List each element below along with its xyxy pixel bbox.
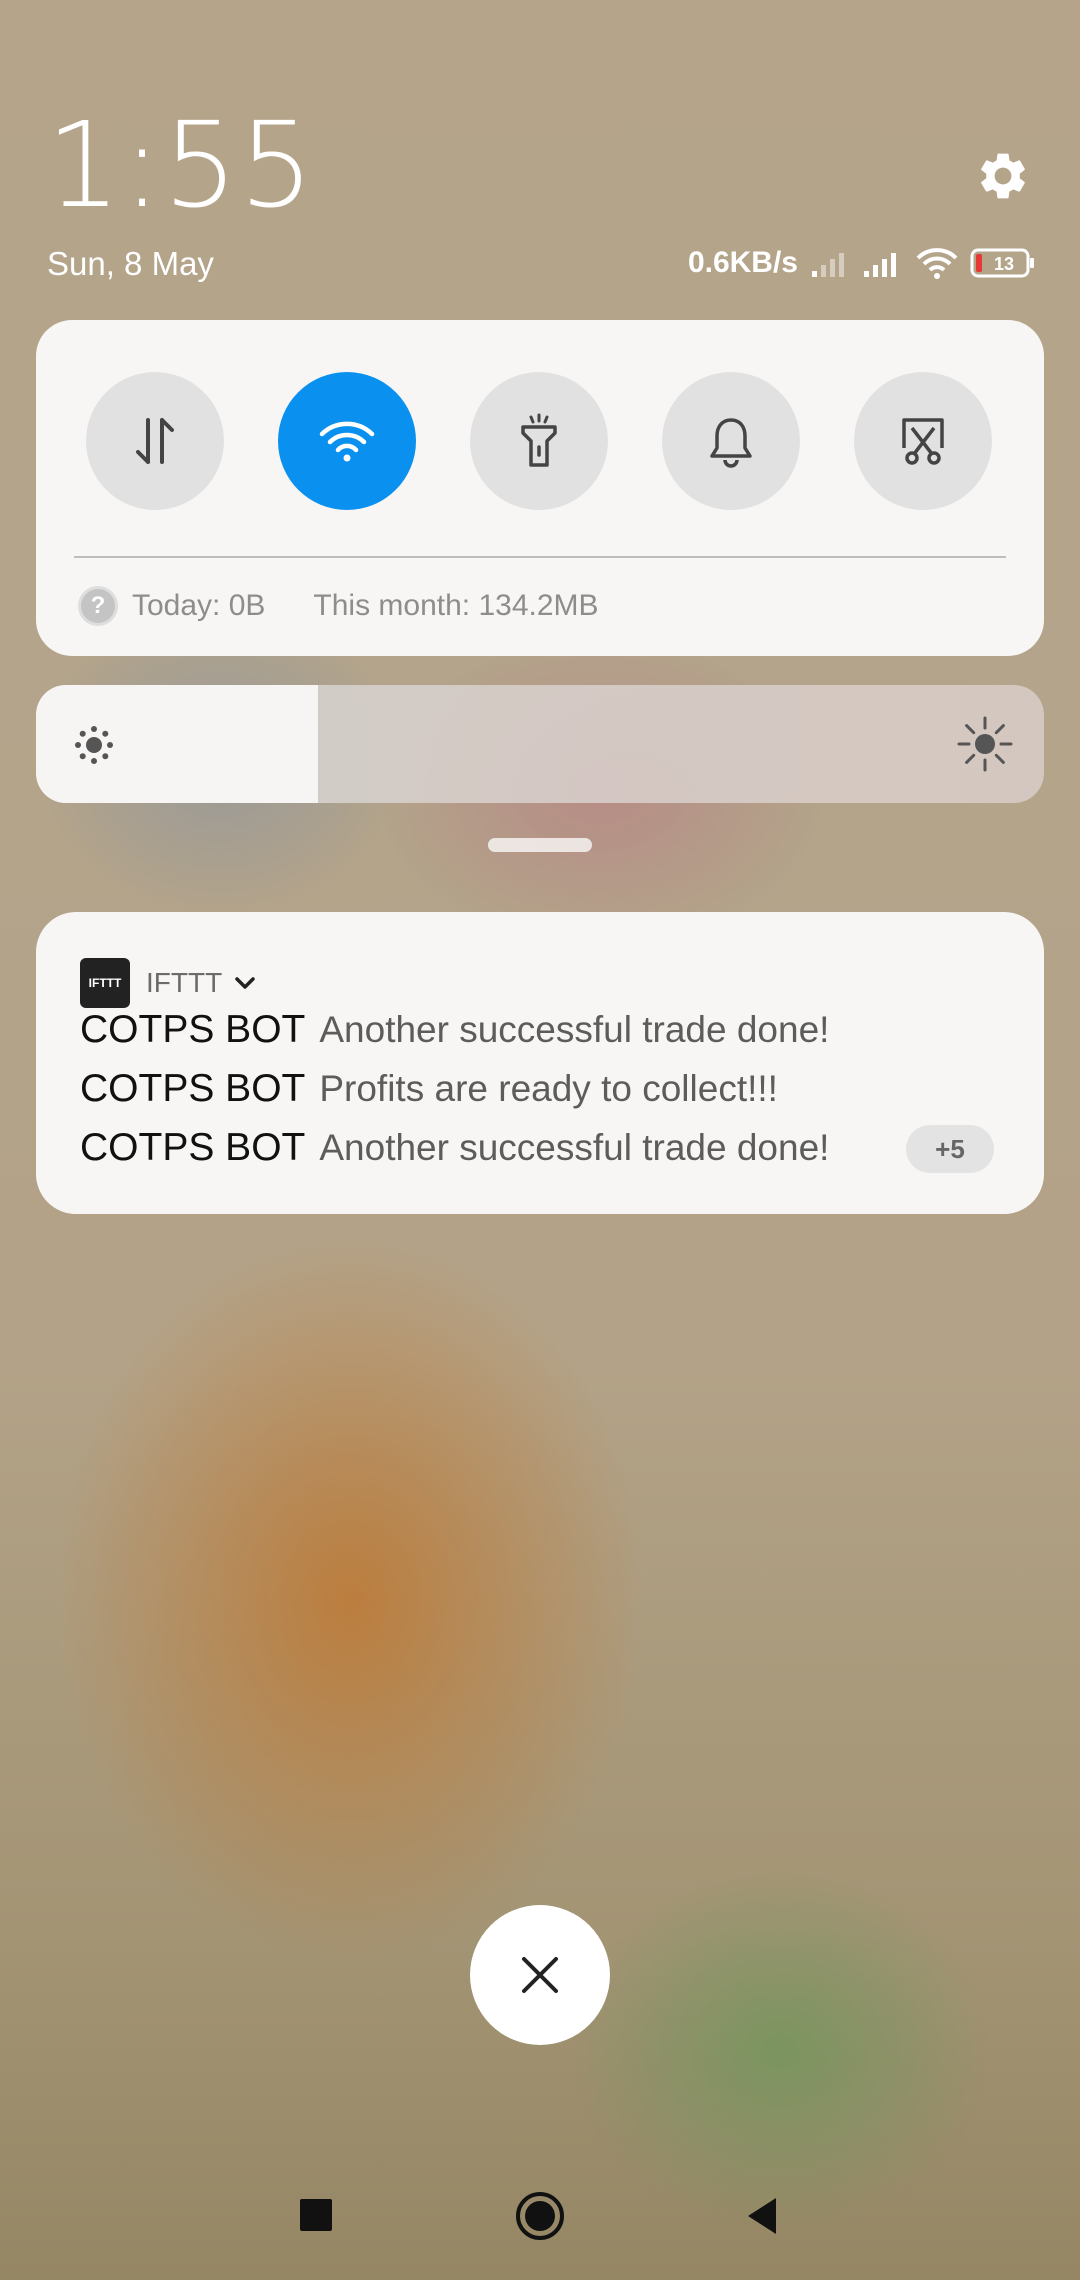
app-name: IFTTT: [146, 967, 223, 998]
clock-time: 1:55: [46, 96, 315, 234]
notification-message: Profits are ready to collect!!!: [319, 1068, 778, 1109]
net-speed: 0.6KB/s: [687, 246, 798, 279]
panel-drag-handle[interactable]: [488, 838, 592, 852]
notification-line: COTPS BOT Another successful trade done!: [80, 1126, 829, 1170]
flashlight-icon: [521, 413, 557, 467]
more-notifications-badge[interactable]: +5: [906, 1125, 994, 1173]
flashlight-toggle[interactable]: [470, 372, 608, 510]
notification-sender: COTPS BOT: [80, 1126, 306, 1169]
notification-message: Another successful trade done!: [319, 1009, 830, 1050]
close-icon: [522, 1957, 558, 1993]
help-icon: ?: [78, 586, 118, 626]
brightness-slider[interactable]: [36, 685, 1044, 803]
data-today: Today: 0B: [132, 589, 266, 622]
data-usage[interactable]: ? Today: 0B This month: 134.2MB: [78, 586, 599, 626]
notification-header[interactable]: IFTTT IFTTT: [80, 958, 256, 1008]
battery-level: 13: [994, 254, 1014, 274]
data-transfer-icon: [136, 418, 174, 464]
back-button[interactable]: [744, 2196, 780, 2236]
notification-line: COTPS BOT Profits are ready to collect!!…: [80, 1067, 778, 1111]
signal-icon-sim2: [864, 253, 896, 277]
clock-date: Sun, 8 May: [47, 245, 214, 282]
wifi-icon: [319, 421, 375, 462]
notification-sender: COTPS BOT: [80, 1008, 306, 1051]
data-month: This month: 134.2MB: [313, 589, 599, 622]
chevron-down-icon[interactable]: [234, 975, 256, 991]
ifttt-app-icon: IFTTT: [80, 958, 130, 1008]
notification-card[interactable]: IFTTT IFTTT COTPS BOT Another successful…: [36, 912, 1044, 1214]
bell-icon: [710, 418, 752, 468]
gear-icon[interactable]: [975, 148, 1031, 204]
brightness-high-icon: [957, 716, 1013, 772]
qs-divider: [74, 556, 1006, 558]
wifi-status-icon: [916, 248, 958, 279]
notification-sound-toggle[interactable]: [662, 372, 800, 510]
mobile-data-toggle[interactable]: [86, 372, 224, 510]
brightness-low-icon: [75, 726, 113, 764]
screenshot-toggle[interactable]: [854, 372, 992, 510]
signal-icon-sim1: [812, 253, 844, 277]
recents-button[interactable]: [298, 2197, 334, 2233]
notification-sender: COTPS BOT: [80, 1067, 306, 1110]
home-button[interactable]: [514, 2190, 566, 2242]
battery-icon: 13: [970, 248, 1034, 278]
clear-notifications-button[interactable]: [470, 1905, 610, 2045]
quick-settings-panel: ? Today: 0B This month: 134.2MB: [36, 320, 1044, 656]
notification-line: COTPS BOT Another successful trade done!: [80, 1008, 829, 1052]
screenshot-icon: [902, 418, 944, 465]
status-bar: 0.6KB/s 13: [688, 246, 1036, 280]
notification-message: Another successful trade done!: [319, 1127, 830, 1168]
wifi-toggle[interactable]: [278, 372, 416, 510]
